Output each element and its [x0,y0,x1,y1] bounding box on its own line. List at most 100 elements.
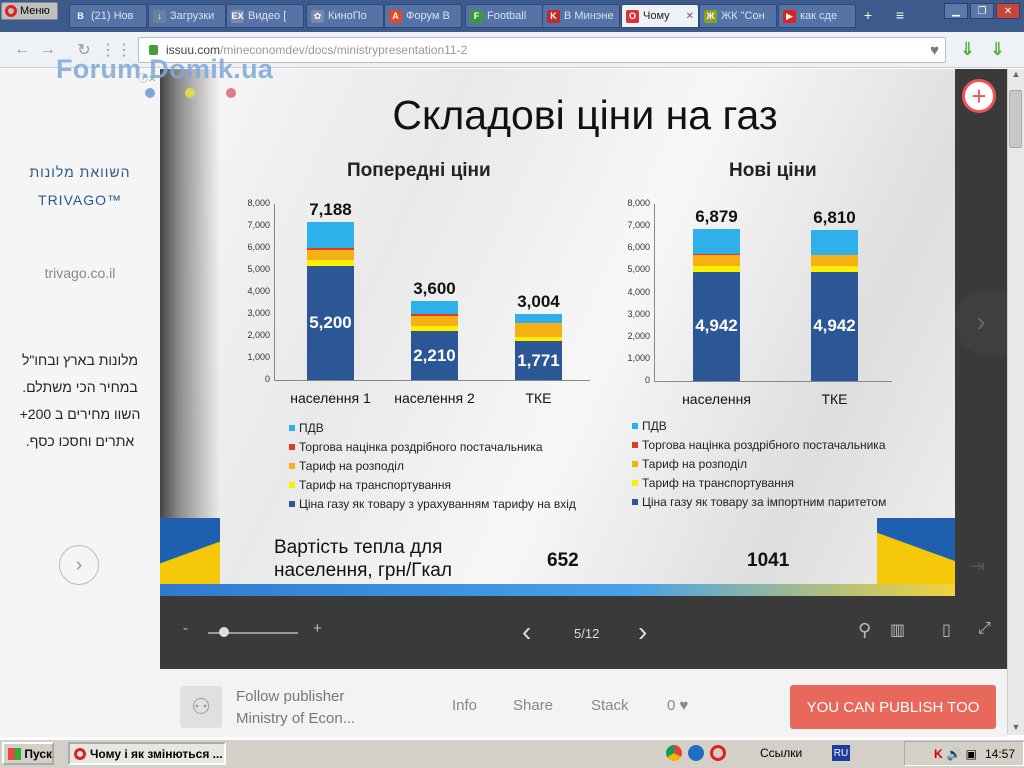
minimize-icon[interactable]: ▁ [944,3,968,19]
y-tick-label: 5,000 [247,264,270,274]
tab-label: В Минэне [564,10,614,22]
legend-swatch [289,425,295,431]
bar-total-label: 6,879 [695,206,738,226]
y-tick-label: 0 [264,374,270,384]
follow-publisher-link[interactable]: Follow publisher Ministry of Econ... [236,686,355,730]
stacked-bar [693,204,740,381]
vk-icon: B [74,9,87,23]
y-tick-label: 1,000 [247,352,270,362]
share-link[interactable]: Share [513,697,553,714]
y-tick-label: 7,000 [247,220,270,230]
y-tick-label: 7,000 [627,220,650,231]
opera-menu-button[interactable]: Меню [1,2,58,20]
new-tab-button[interactable]: + [857,5,879,25]
menu-label: Меню [20,5,50,17]
scroll-down-icon[interactable]: ▼ [1008,722,1024,736]
zoom-out-button[interactable]: - [183,620,188,637]
legend-label: ПДВ [642,419,667,433]
follow-line1: Follow publisher [236,688,345,705]
zoom-slider-handle[interactable] [219,627,229,637]
ad-title-line2: TRIVAGO™ [38,192,122,208]
legend-swatch [632,461,638,467]
ad-body[interactable]: מלונות בארץ ובחו"ל במחיר הכי משתלם. השוו… [12,347,148,455]
legend-swatch [632,442,638,448]
legend-label: Торгова націнка роздрібного постачальник… [299,440,543,454]
bookmark-heart-icon[interactable]: ♥ [930,42,939,59]
taskbar-window-item[interactable]: Чому і як змінються ... [68,742,226,765]
tab-2[interactable]: ↓ Загрузки [148,4,226,28]
bar-segment [693,255,740,267]
spread-view-icon[interactable]: ▥ [890,620,905,640]
download-all-icon[interactable]: ⇓ [990,39,1010,61]
forward-icon[interactable]: → [38,40,58,60]
opera-logo-icon [5,5,17,17]
stack-link[interactable]: Stack [591,697,629,714]
legend-entry: Торгова націнка роздрібного постачальник… [632,438,886,452]
ad-next-button[interactable]: › [59,545,99,585]
publish-button[interactable]: YOU CAN PUBLISH TOO [790,685,996,729]
bar-segment [515,323,562,337]
y-tick-label: 2,000 [247,330,270,340]
bar-base-label: 5,200 [309,312,352,332]
next-page-icon[interactable]: › [638,616,647,648]
legend-label: ПДВ [299,421,324,435]
opera-quick-icon[interactable] [710,745,726,761]
language-indicator[interactable]: RU [832,745,850,761]
search-icon[interactable]: ⚲ [858,620,871,641]
x-axis [274,380,590,381]
legend-label: Торгова націнка роздрібного постачальник… [642,438,886,452]
tab-7[interactable]: K В Минэне [542,4,620,28]
links-toolbar[interactable]: Ссылки [760,746,802,760]
close-icon[interactable]: ✕ [996,3,1020,19]
bar-segment [307,260,354,266]
follow-line2: Ministry of Econ... [236,710,356,727]
tab-6[interactable]: F Football [465,4,543,28]
maximize-icon[interactable]: ❐ [970,3,994,19]
publisher-avatar-icon[interactable]: ⚇ [180,686,222,728]
y-tick-label: 4,000 [627,286,650,297]
prev-page-icon[interactable]: ‹ [522,616,531,648]
fullscreen-icon[interactable]: ⤢ [978,620,991,638]
film-icon: ✿ [311,9,324,23]
last-page-icon[interactable]: ⇥ [970,556,985,577]
page-scrollbar[interactable] [1007,69,1024,735]
legend-swatch [289,482,295,488]
tab-4[interactable]: ✿ КиноПо [306,4,384,28]
like-button[interactable]: 0 ♥ [667,697,688,714]
start-button[interactable]: Пуск [2,742,54,765]
heart-icon: ♥ [679,697,689,714]
scrollbar-thumb[interactable] [1009,90,1022,148]
football-icon: F [470,9,483,23]
tab-1[interactable]: B (21) Нов [69,4,147,28]
tab-8[interactable]: O Чому ✕ [621,4,699,28]
tab-close-icon[interactable]: ✕ [686,11,694,22]
download-arrow-icon[interactable]: ⇓ [960,39,980,61]
tab-label: КиноПо [328,10,367,22]
x-category-label: населення 2 [394,390,475,406]
bar-base-label: 1,771 [517,350,560,370]
tab-5[interactable]: A Форум В [384,4,462,28]
tab-3[interactable]: EX Видео [ [226,4,304,28]
ad-domain[interactable]: trivago.co.il [10,265,150,281]
bar-segment [411,300,458,314]
quick-launch-icon[interactable] [688,745,704,761]
tab-9[interactable]: Ж ЖК "Сон [699,4,777,28]
bar-segment [811,230,858,256]
legend-swatch [289,444,295,450]
download-icon: ↓ [153,9,166,23]
tab-10[interactable]: ▶ как сде [778,4,856,28]
chrome-icon[interactable] [666,745,682,761]
single-page-icon[interactable]: ▯ [942,620,951,640]
kaspersky-icon[interactable]: K [934,747,943,761]
zoom-in-button[interactable]: + [313,620,322,637]
tab-label: как сде [800,10,838,22]
scroll-up-icon[interactable]: ▲ [1008,69,1024,83]
info-link[interactable]: Info [452,697,477,714]
ad-title[interactable]: השוואת מלונות TRIVAGO™ [10,158,150,214]
network-icon[interactable]: ▣ [966,747,977,761]
back-icon[interactable]: ← [12,40,32,60]
next-page-side-button[interactable]: › [955,290,1007,354]
volume-icon[interactable]: 🔊 [947,747,962,761]
tab-list-icon[interactable]: ≡ [889,5,911,25]
tab-label: Football [487,10,527,22]
